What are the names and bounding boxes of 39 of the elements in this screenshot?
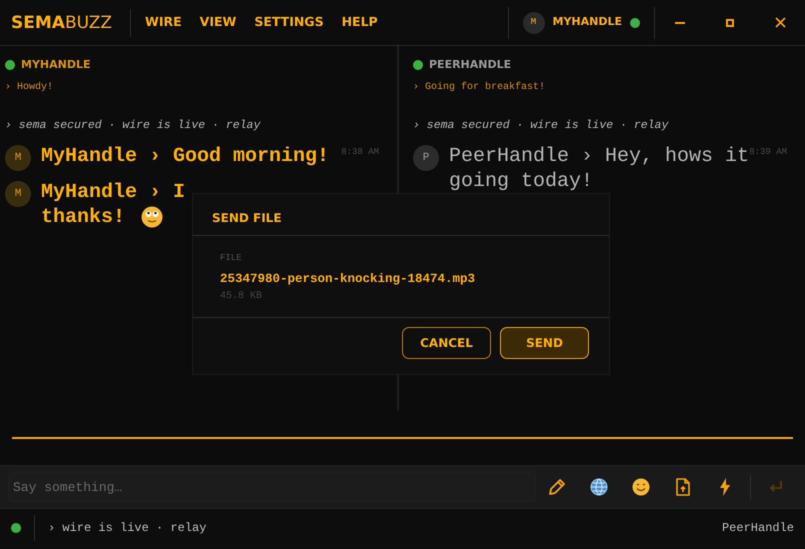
field-label: FILE bbox=[220, 253, 242, 263]
pane-handle: PEERHANDLE bbox=[429, 57, 512, 73]
enter-icon bbox=[768, 480, 784, 494]
globe-icon bbox=[589, 477, 609, 497]
pencil-icon bbox=[547, 477, 567, 497]
message-text: going today! bbox=[449, 168, 594, 194]
maximize-icon bbox=[726, 18, 734, 26]
status-message: › Howdy! bbox=[5, 80, 54, 94]
connection-info: › sema secured · wire is live · relay bbox=[5, 118, 262, 134]
file-name: 25347980-person-knocking-18474.mp3 bbox=[220, 272, 476, 286]
avatar: M bbox=[5, 180, 31, 207]
dialog-title: SEND FILE bbox=[212, 211, 282, 225]
send-button[interactable]: SEND bbox=[500, 327, 589, 359]
message-text: MyHandle › Good morning! bbox=[41, 144, 330, 169]
minimize-icon bbox=[675, 22, 685, 24]
menu-item[interactable]: HELP bbox=[332, 13, 387, 32]
avatar[interactable]: M bbox=[522, 12, 544, 34]
message-text: PeerHandle › Hey, hows it bbox=[449, 144, 750, 169]
account-handle[interactable]: MYHANDLE bbox=[552, 14, 622, 31]
app-logo: SEMABUZZ bbox=[0, 8, 132, 36]
menu-item[interactable]: VIEW bbox=[190, 13, 246, 32]
status-text: › wire is live · relay bbox=[48, 520, 206, 537]
close-icon bbox=[774, 17, 786, 28]
connection-info: › sema secured · wire is live · relay bbox=[413, 118, 670, 134]
peer-name: PeerHandle bbox=[722, 520, 794, 537]
status-message: › Going for breakfast! bbox=[413, 80, 546, 94]
cancel-button[interactable]: CANCEL bbox=[402, 327, 491, 359]
file-icon bbox=[673, 477, 693, 497]
avatar: P bbox=[413, 144, 439, 171]
message-time: 8:39 AM bbox=[749, 146, 787, 159]
message-text: thanks! bbox=[41, 204, 126, 230]
message-text: MyHandle › I bbox=[41, 180, 186, 205]
avatar: M bbox=[5, 144, 31, 171]
menu-item[interactable]: SETTINGS bbox=[245, 13, 333, 32]
menu-item[interactable]: WIRE bbox=[136, 13, 191, 32]
message-time: 8:38 AM bbox=[341, 146, 379, 159]
smile-icon bbox=[631, 477, 651, 497]
message-input[interactable]: Say something… bbox=[8, 472, 536, 502]
pane-handle: MYHANDLE bbox=[21, 57, 90, 73]
